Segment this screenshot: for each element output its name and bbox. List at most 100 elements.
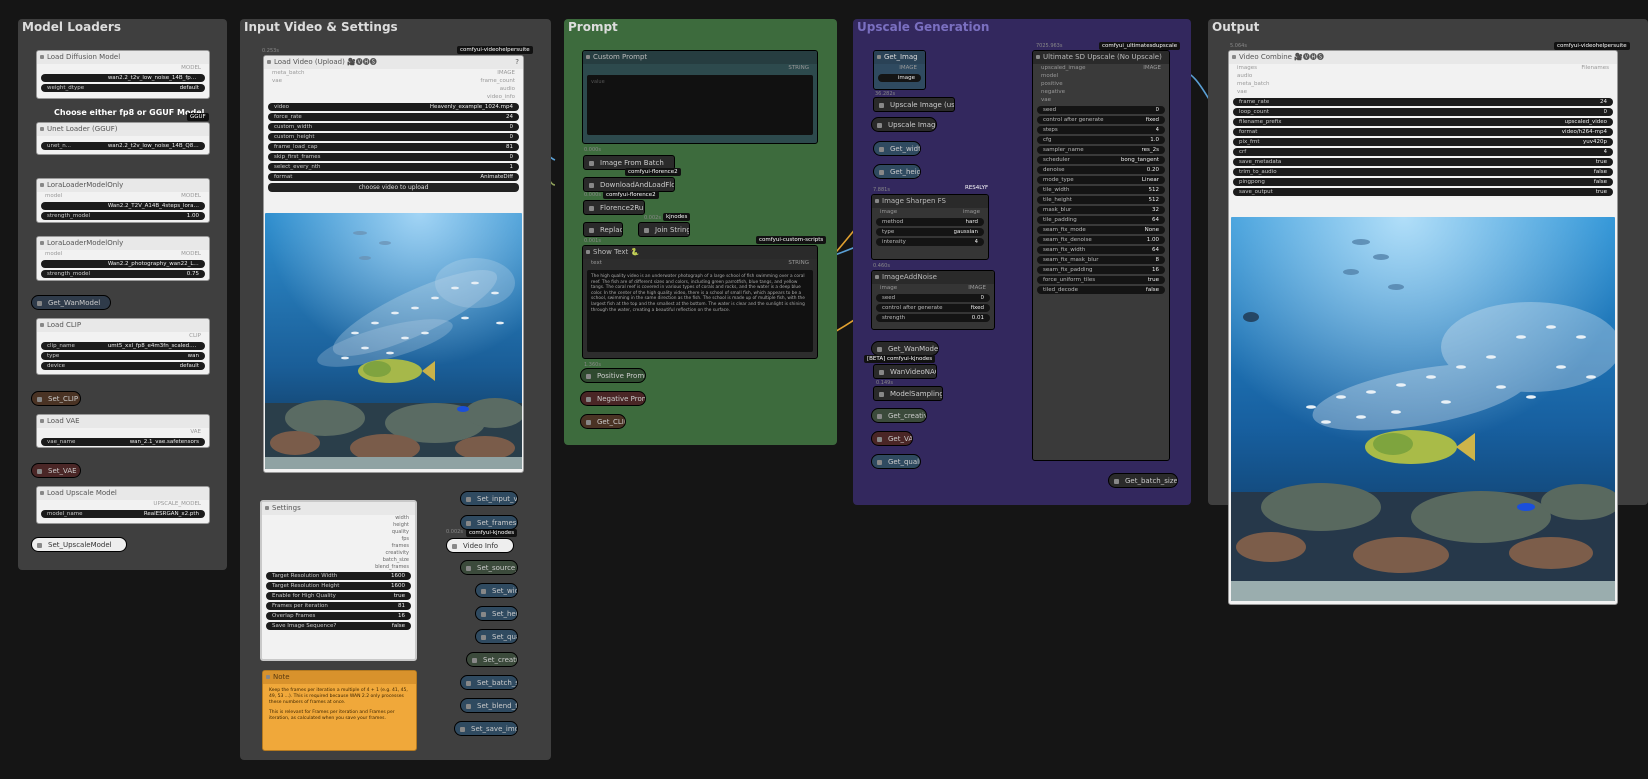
- video-combine-trim-to-audio-widget[interactable]: trim_to_audio false: [1233, 168, 1613, 176]
- help-icon[interactable]: ?: [515, 56, 519, 69]
- sharpen-method-widget[interactable]: method hard: [876, 218, 984, 226]
- input-socket[interactable]: meta_batch: [1237, 80, 1270, 88]
- output-socket[interactable]: fps: [262, 536, 409, 543]
- video-widget[interactable]: video Heavenly_example_1024.mp4: [268, 103, 519, 111]
- negative-prompt-node[interactable]: Negative Prompt: [580, 391, 646, 406]
- unet-loader-gguf-node[interactable]: Unet Loader (GGUF) unet_n... wan2.2_t2v_l…: [36, 122, 210, 155]
- model-name-widget[interactable]: model_name RealESRGAN_x2.pth: [41, 510, 205, 518]
- input-socket[interactable]: negative: [1041, 88, 1065, 96]
- output-socket[interactable]: batch_size: [262, 557, 409, 564]
- strength-widget[interactable]: strength_model 1.00: [41, 212, 205, 220]
- format-widget[interactable]: format AnimateDiff: [268, 173, 519, 181]
- output-socket[interactable]: Filenames: [1581, 64, 1609, 72]
- clip-device-widget[interactable]: device default: [41, 362, 205, 370]
- set-blend-frames-node[interactable]: Set_blend_frames: [460, 698, 518, 713]
- note-node[interactable]: Note Keep the frames per iteration a mul…: [262, 670, 417, 751]
- replace-node[interactable]: Replace: [583, 222, 623, 237]
- output-socket[interactable]: MODEL: [181, 64, 201, 72]
- usdu-mask-blur-widget[interactable]: mask_blur 32: [1037, 206, 1165, 214]
- set-upscale-model-node[interactable]: Set_UpscaleModel: [31, 537, 127, 552]
- usdu-steps-widget[interactable]: steps 4: [1037, 126, 1165, 134]
- set-height-node[interactable]: Set_height: [475, 606, 518, 621]
- unet-name-widget[interactable]: unet_n...wan2.2_t2v_low_noise_14B_Q8_0.g…: [41, 142, 205, 150]
- video-combine-crf-widget[interactable]: crf 4: [1233, 148, 1613, 156]
- ultimate-sd-upscale-node[interactable]: Ultimate SD Upscale (No Upscale) upscale…: [1032, 50, 1170, 461]
- set-width-node[interactable]: Set_width: [475, 583, 518, 598]
- set-frames-total-node[interactable]: Set_frames_total: [460, 515, 518, 530]
- load-diffusion-model-node[interactable]: Load Diffusion Model MODEL wan2.2_t2v_lo…: [36, 50, 210, 99]
- image-sharpen-node[interactable]: Image Sharpen FS image image method hard t…: [871, 194, 989, 260]
- image-add-noise-node[interactable]: ImageAddNoise image IMAGE seed 0 control a…: [871, 270, 995, 330]
- set-save-img-seq-node[interactable]: Set_save_img_seq: [454, 721, 518, 736]
- join-strings-node[interactable]: Join Strings: [638, 222, 690, 237]
- model-sampling-sd3-node[interactable]: ModelSamplingSD3: [873, 386, 943, 401]
- output-socket[interactable]: quality: [262, 529, 409, 536]
- get-imag-node[interactable]: Get_Imag IMAGE image: [873, 50, 926, 90]
- input-socket[interactable]: positive: [1041, 80, 1063, 88]
- video-combine-save-output-widget[interactable]: save_output true: [1233, 188, 1613, 196]
- usdu-tiled-decode-widget[interactable]: tiled_decode false: [1037, 286, 1165, 294]
- image-widget[interactable]: image: [878, 74, 921, 82]
- usdu-mode-type-widget[interactable]: mode_type Linear: [1037, 176, 1165, 184]
- set-source-fps-node[interactable]: Set_source_fps: [460, 560, 518, 575]
- frames-per-iteration-widget[interactable]: Frames per iteration 81: [266, 602, 411, 610]
- video-combine-format-widget[interactable]: format video/h264-mp4: [1233, 128, 1613, 136]
- video-info-node[interactable]: Video Info: [446, 538, 514, 553]
- settings-node[interactable]: Settings width height quality fps frames…: [260, 500, 417, 661]
- high-quality-toggle[interactable]: Enable for High Quality true: [266, 592, 411, 600]
- usdu-tile-width-widget[interactable]: tile_width 512: [1037, 186, 1165, 194]
- output-socket[interactable]: frames: [262, 543, 409, 550]
- sharpen-type-widget[interactable]: type gaussian: [876, 228, 984, 236]
- video-combine-pingpong-widget[interactable]: pingpong false: [1233, 178, 1613, 186]
- get-width-node[interactable]: Get_width: [873, 141, 921, 156]
- video-combine-pix-fmt-widget[interactable]: pix_fmt yuv420p: [1233, 138, 1613, 146]
- force-rate-widget[interactable]: force_rate 24: [268, 113, 519, 121]
- upscale-image-using-node[interactable]: Upscale Image (using: [873, 97, 955, 112]
- input-socket[interactable]: model: [1041, 72, 1058, 80]
- load-vae-node[interactable]: Load VAE VAE vae_name wan_2.1_vae.safeten…: [36, 414, 210, 448]
- set-creativity-node[interactable]: Set_creativity: [466, 652, 518, 667]
- video-combine-frame-rate-widget[interactable]: frame_rate 24: [1233, 98, 1613, 106]
- get-height-node[interactable]: Get_height: [873, 164, 921, 179]
- input-socket[interactable]: audio: [1237, 72, 1252, 80]
- usdu-scheduler-widget[interactable]: scheduler bong_tangent: [1037, 156, 1165, 164]
- wanvideo-nag-node[interactable]: WanVideoNAG: [873, 364, 937, 379]
- lora-loader-node-2[interactable]: LoraLoaderModelOnly model MODEL Wan2.2_ph…: [36, 236, 210, 281]
- get-wanmodel-node[interactable]: Get_WanModel: [871, 341, 939, 356]
- video-combine-save-metadata-widget[interactable]: save_metadata true: [1233, 158, 1613, 166]
- download-florence-node[interactable]: DownloadAndLoadFlorence: [583, 177, 675, 192]
- get-wanmodel-node[interactable]: Get_WanModel: [31, 295, 111, 310]
- vae-name-widget[interactable]: vae_name wan_2.1_vae.safetensors: [41, 438, 205, 446]
- usdu-tile-padding-widget[interactable]: tile_padding 64: [1037, 216, 1165, 224]
- usdu-seed-widget[interactable]: seed 0: [1037, 106, 1165, 114]
- load-upscale-model-node[interactable]: Load Upscale Model UPSCALE_MODEL model_n…: [36, 486, 210, 524]
- video-combine-filename-prefix-widget[interactable]: filename_prefix upscaled_video: [1233, 118, 1613, 126]
- output-socket[interactable]: blend_frames: [262, 564, 409, 571]
- skip-first-frames-widget[interactable]: skip_first_frames 0: [268, 153, 519, 161]
- get-vae-node[interactable]: Get_VAE: [871, 431, 913, 446]
- usdu-seam-fix-mask-blur-widget[interactable]: seam_fix_mask_blur 8: [1037, 256, 1165, 264]
- target-height-widget[interactable]: Target Resolution Height 1600: [266, 582, 411, 590]
- prompt-textarea[interactable]: value: [587, 75, 813, 135]
- clip-name-widget[interactable]: clip_nameumt5_xxl_fp8_e4m3fn_scaled.safe…: [41, 342, 205, 350]
- frame-load-cap-widget[interactable]: frame_load_cap 81: [268, 143, 519, 151]
- noise-seed-widget[interactable]: seed 0: [876, 294, 990, 302]
- output-socket[interactable]: width: [262, 515, 409, 522]
- save-image-sequence-toggle[interactable]: Save Image Sequence? false: [266, 622, 411, 630]
- choose-video-button[interactable]: choose video to upload: [268, 183, 519, 192]
- get-quality-node[interactable]: Get_quality: [871, 454, 921, 469]
- usdu-denoise-widget[interactable]: denoise 0.20: [1037, 166, 1165, 174]
- upscale-image-node[interactable]: Upscale Image: [871, 117, 937, 132]
- usdu-force-uniform-tiles-widget[interactable]: force_uniform_tiles true: [1037, 276, 1165, 284]
- custom-width-widget[interactable]: custom_width 0: [268, 123, 519, 131]
- noise-strength-widget[interactable]: strength 0.01: [876, 314, 990, 322]
- set-quality-node[interactable]: Set_quality: [475, 629, 518, 644]
- usdu-seam-fix-mode-widget[interactable]: seam_fix_mode None: [1037, 226, 1165, 234]
- input-socket[interactable]: vae: [1041, 96, 1051, 104]
- usdu-seam-fix-width-widget[interactable]: seam_fix_width 64: [1037, 246, 1165, 254]
- usdu-seam-fix-padding-widget[interactable]: seam_fix_padding 16: [1037, 266, 1165, 274]
- sharpen-intensity-widget[interactable]: intensity 4: [876, 238, 984, 246]
- clip-type-widget[interactable]: type wan: [41, 352, 205, 360]
- noise-control-widget[interactable]: control after generate fixed: [876, 304, 990, 312]
- input-socket[interactable]: images: [1237, 64, 1257, 72]
